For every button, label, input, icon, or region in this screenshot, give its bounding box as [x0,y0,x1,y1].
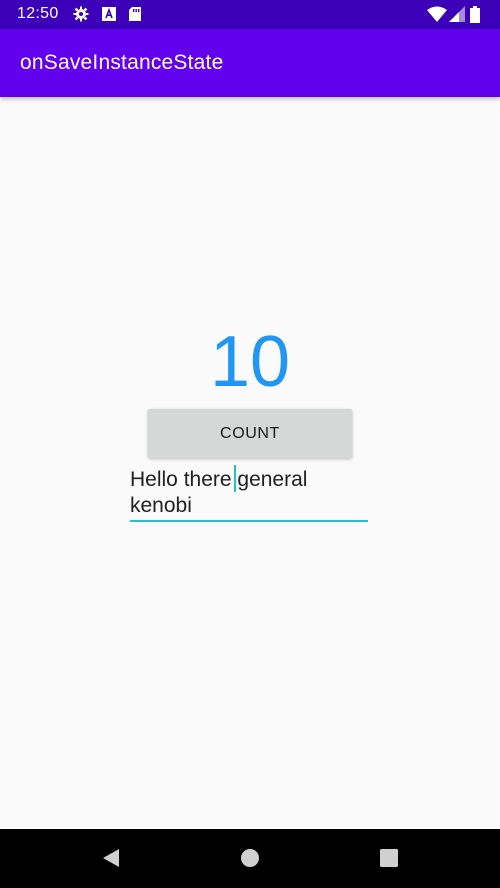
status-time: 12:50 [17,5,59,22]
text-input-value: Hello there general kenobi [130,467,368,519]
app-bar: onSaveInstanceState [0,29,500,97]
screen: 12:50 onSaveInstanceState 10 COUNT Hello… [0,0,500,888]
sd-card-icon [128,6,144,22]
counter-value: 10 [209,322,291,402]
text-input[interactable]: Hello there general kenobi [130,465,368,522]
a-icon [102,6,118,22]
navigation-bar [0,829,500,888]
recents-icon[interactable] [378,847,400,869]
wifi-icon [427,6,447,22]
status-bar: 12:50 [0,0,500,29]
text-cursor [234,465,236,492]
back-icon[interactable] [100,847,122,869]
signal-icon [449,6,465,22]
text-input-line-1: Hello there general [130,468,308,491]
app-title: onSaveInstanceState [20,51,224,74]
gear-icon [73,6,89,22]
home-icon[interactable] [239,847,261,869]
text-input-line-2: kenobi [130,494,192,517]
count-button[interactable]: COUNT [148,409,352,458]
battery-icon [470,6,480,23]
